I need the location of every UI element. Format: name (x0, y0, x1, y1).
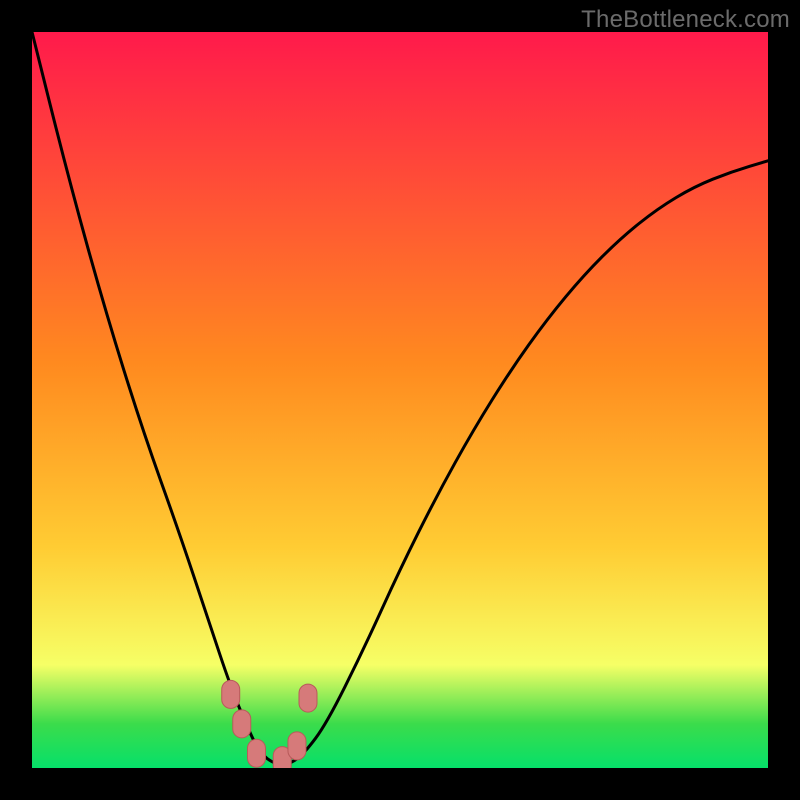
marker-trough-left (247, 739, 265, 767)
marker-right-shoulder-mid (288, 732, 306, 760)
watermark: TheBottleneck.com (581, 6, 790, 34)
marker-right-shoulder-top (299, 684, 317, 712)
frame: TheBottleneck.com (0, 0, 800, 800)
marker-left-shoulder-top (222, 680, 240, 708)
chart-svg (32, 32, 768, 768)
marker-left-shoulder-mid (233, 710, 251, 738)
plot-area (32, 32, 768, 768)
gradient-background (32, 32, 768, 768)
